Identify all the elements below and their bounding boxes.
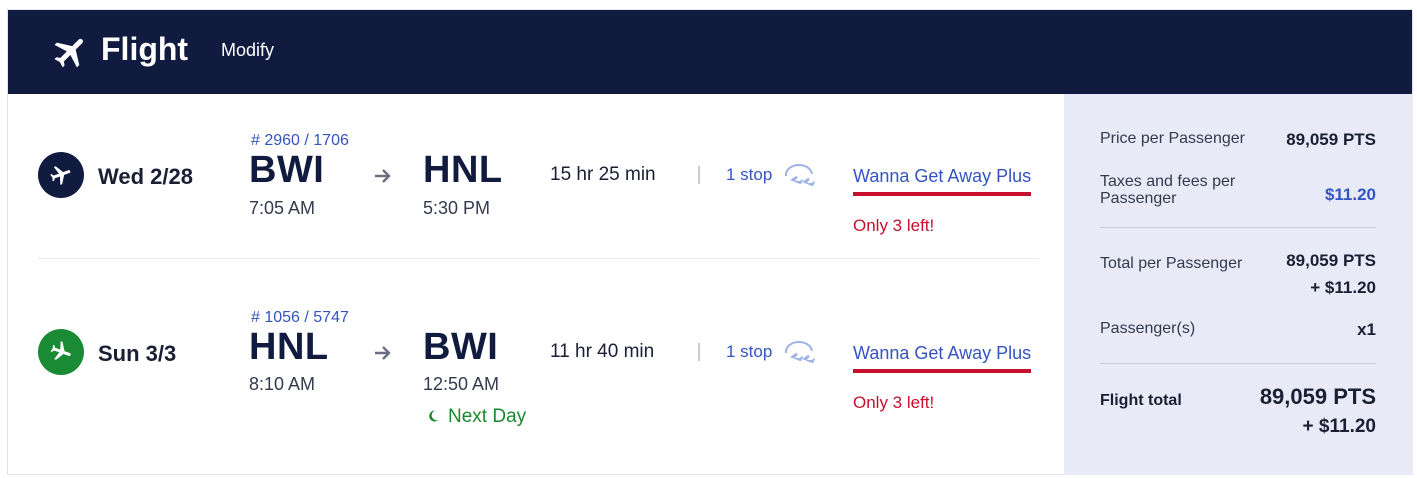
flight-duration: 15 hr 25 min bbox=[550, 164, 656, 185]
flight-total-label: Flight total bbox=[1100, 392, 1182, 409]
price-label: Price per Passenger bbox=[1100, 130, 1245, 147]
connecting-flight-icon bbox=[784, 164, 815, 186]
arrive-time: 12:50 AM bbox=[423, 374, 500, 394]
passengers-label: Passenger(s) bbox=[1100, 320, 1196, 337]
summary-divider bbox=[1100, 363, 1376, 364]
total-points: 89,059 PTS bbox=[1286, 251, 1376, 270]
page-title: Flight bbox=[101, 31, 189, 67]
stops-link[interactable]: 1 stop bbox=[726, 165, 772, 185]
return-badge bbox=[38, 329, 84, 375]
flight-header: Flight Modify bbox=[8, 10, 1412, 94]
next-day-label: Next Day bbox=[448, 406, 527, 427]
connecting-flight-icon bbox=[784, 341, 815, 363]
price-summary: Price per Passenger 89,059 PTS Taxes and… bbox=[1064, 94, 1413, 475]
destination-airport: HNL bbox=[423, 149, 503, 191]
price-value: 89,059 PTS bbox=[1286, 130, 1376, 149]
arrow-right-icon bbox=[375, 169, 391, 183]
flight-total-cash: + $11.20 bbox=[1302, 416, 1376, 437]
arrow-right-icon bbox=[375, 346, 391, 360]
airplane-icon bbox=[50, 166, 71, 185]
depart-time: 8:10 AM bbox=[249, 374, 316, 394]
flight-number[interactable]: # 2960 / 1706 bbox=[251, 132, 349, 150]
flight-row-return: Sun 3/3 # 1056 / 5747 HNL 8:10 AM BWI 12… bbox=[8, 259, 1064, 475]
stops-link[interactable]: 1 stop bbox=[726, 342, 772, 362]
divider bbox=[698, 343, 700, 361]
origin-airport: HNL bbox=[249, 326, 329, 368]
depart-badge bbox=[38, 152, 84, 198]
fare-underline bbox=[853, 369, 1031, 373]
summary-divider bbox=[1100, 227, 1376, 228]
total-label: Total per Passenger bbox=[1100, 255, 1243, 272]
seats-left-alert: Only 3 left! bbox=[853, 393, 935, 412]
origin-airport: BWI bbox=[249, 149, 325, 191]
taxes-label: Taxes and fees per Passenger bbox=[1100, 173, 1236, 207]
passengers-value: x1 bbox=[1357, 320, 1376, 339]
fare-underline bbox=[853, 192, 1031, 196]
moon-icon bbox=[429, 410, 439, 422]
arrive-time: 5:30 PM bbox=[423, 198, 491, 218]
depart-time: 7:05 AM bbox=[249, 198, 316, 218]
flight-date: Sun 3/3 bbox=[98, 341, 177, 366]
flight-card: Flight Modify Wed 2/28 # 2960 / 1706 BWI… bbox=[7, 9, 1413, 475]
destination-airport: BWI bbox=[423, 326, 499, 368]
flight-date: Wed 2/28 bbox=[98, 164, 193, 189]
seats-left-alert: Only 3 left! bbox=[853, 216, 935, 235]
flight-total-points: 89,059 PTS bbox=[1259, 384, 1376, 409]
taxes-value: $11.20 bbox=[1324, 185, 1376, 204]
flight-number[interactable]: # 1056 / 5747 bbox=[251, 309, 349, 327]
airplane-icon bbox=[54, 38, 83, 68]
fare-type-link[interactable]: Wanna Get Away Plus bbox=[853, 166, 1031, 187]
fare-type-link[interactable]: Wanna Get Away Plus bbox=[853, 343, 1031, 364]
divider bbox=[698, 166, 700, 184]
airplane-icon bbox=[50, 341, 71, 360]
modify-link[interactable]: Modify bbox=[221, 40, 274, 61]
total-cash: + $11.20 bbox=[1310, 278, 1376, 297]
flight-duration: 11 hr 40 min bbox=[550, 341, 655, 362]
flight-row-depart: Wed 2/28 # 2960 / 1706 BWI 7:05 AM HNL 5… bbox=[8, 94, 1064, 259]
